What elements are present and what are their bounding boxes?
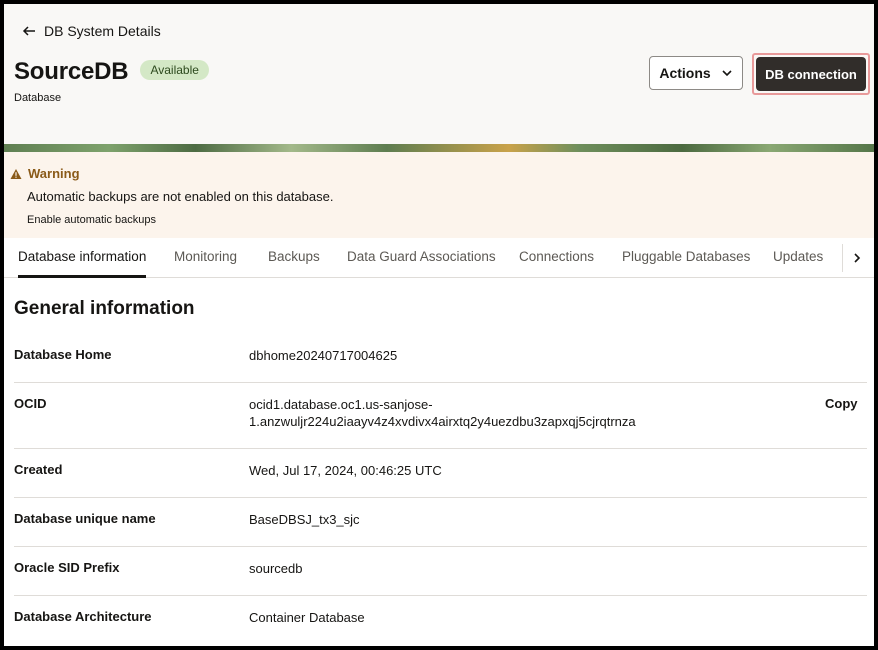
info-value: BaseDBSJ_tx3_sjc bbox=[249, 512, 360, 527]
back-link[interactable]: DB System Details bbox=[22, 21, 161, 41]
db-connection-focus-ring: DB connection bbox=[752, 53, 870, 95]
info-label: OCID bbox=[14, 396, 47, 411]
page-frame: DB System Details SourceDB Available Dat… bbox=[0, 0, 878, 650]
info-label: Database Home bbox=[14, 347, 112, 362]
info-row-database-home: Database Home dbhome20240717004625 bbox=[14, 334, 867, 383]
info-label: Created bbox=[14, 462, 63, 477]
copy-ocid-link[interactable]: Copy bbox=[825, 396, 858, 411]
page-subtitle: Database bbox=[14, 92, 62, 104]
warning-message: Automatic backups are not enabled on thi… bbox=[27, 189, 334, 204]
info-value-ocid: ocid1.database.oc1.us-sanjose- 1.anzwulj… bbox=[249, 396, 769, 430]
tab-connections[interactable]: Connections bbox=[519, 238, 594, 278]
tab-pluggable-databases[interactable]: Pluggable Databases bbox=[622, 238, 750, 278]
tab-backups[interactable]: Backups bbox=[268, 238, 320, 278]
tab-monitoring[interactable]: Monitoring bbox=[174, 238, 237, 278]
section-title: General information bbox=[14, 298, 195, 319]
tab-database-information[interactable]: Database information bbox=[18, 238, 147, 278]
decorative-banner bbox=[4, 144, 874, 152]
status-badge: Available bbox=[140, 60, 209, 80]
chevron-down-icon bbox=[722, 70, 732, 77]
actions-menu-button[interactable]: Actions bbox=[649, 56, 743, 90]
info-row-database-architecture: Database Architecture Container Database bbox=[14, 596, 867, 645]
tab-scroll-next-button[interactable] bbox=[842, 244, 870, 272]
ocid-line-2: 1.anzwuljr224u2iaayv4z4xvdivx4airxtq2y4u… bbox=[249, 414, 636, 429]
info-row-oracle-sid-prefix: Oracle SID Prefix sourcedb bbox=[14, 547, 867, 596]
info-label: Database Architecture bbox=[14, 609, 152, 624]
page-title: SourceDB bbox=[14, 58, 129, 85]
info-label: Oracle SID Prefix bbox=[14, 560, 120, 575]
info-value: dbhome20240717004625 bbox=[249, 348, 398, 363]
actions-label: Actions bbox=[659, 65, 711, 81]
warning-banner: Warning Automatic backups are not enable… bbox=[4, 152, 874, 238]
enable-backups-link[interactable]: Enable automatic backups bbox=[27, 214, 156, 226]
info-value: sourcedb bbox=[249, 561, 303, 576]
tab-data-guard-associations[interactable]: Data Guard Associations bbox=[347, 238, 496, 278]
arrow-left-icon bbox=[22, 26, 35, 36]
db-connection-button[interactable]: DB connection bbox=[756, 57, 866, 91]
tab-updates[interactable]: Updates bbox=[773, 238, 823, 278]
tab-bar: Database information Monitoring Backups … bbox=[4, 238, 874, 278]
chevron-right-icon bbox=[853, 253, 860, 263]
ocid-line-1: ocid1.database.oc1.us-sanjose- bbox=[249, 397, 433, 412]
info-label: Database unique name bbox=[14, 511, 156, 526]
warning-header: Warning bbox=[10, 166, 80, 181]
title-row: SourceDB Available bbox=[14, 58, 209, 86]
info-row-database-unique-name: Database unique name BaseDBSJ_tx3_sjc bbox=[14, 498, 867, 547]
warning-title: Warning bbox=[28, 166, 80, 181]
info-row-created: Created Wed, Jul 17, 2024, 00:46:25 UTC bbox=[14, 449, 867, 498]
warning-icon bbox=[10, 168, 22, 179]
page-header: DB System Details SourceDB Available Dat… bbox=[4, 4, 874, 144]
info-value: Container Database bbox=[249, 610, 365, 625]
back-link-label: DB System Details bbox=[44, 23, 161, 39]
info-row-ocid: OCID ocid1.database.oc1.us-sanjose- 1.an… bbox=[14, 383, 867, 449]
info-value: Wed, Jul 17, 2024, 00:46:25 UTC bbox=[249, 463, 442, 478]
